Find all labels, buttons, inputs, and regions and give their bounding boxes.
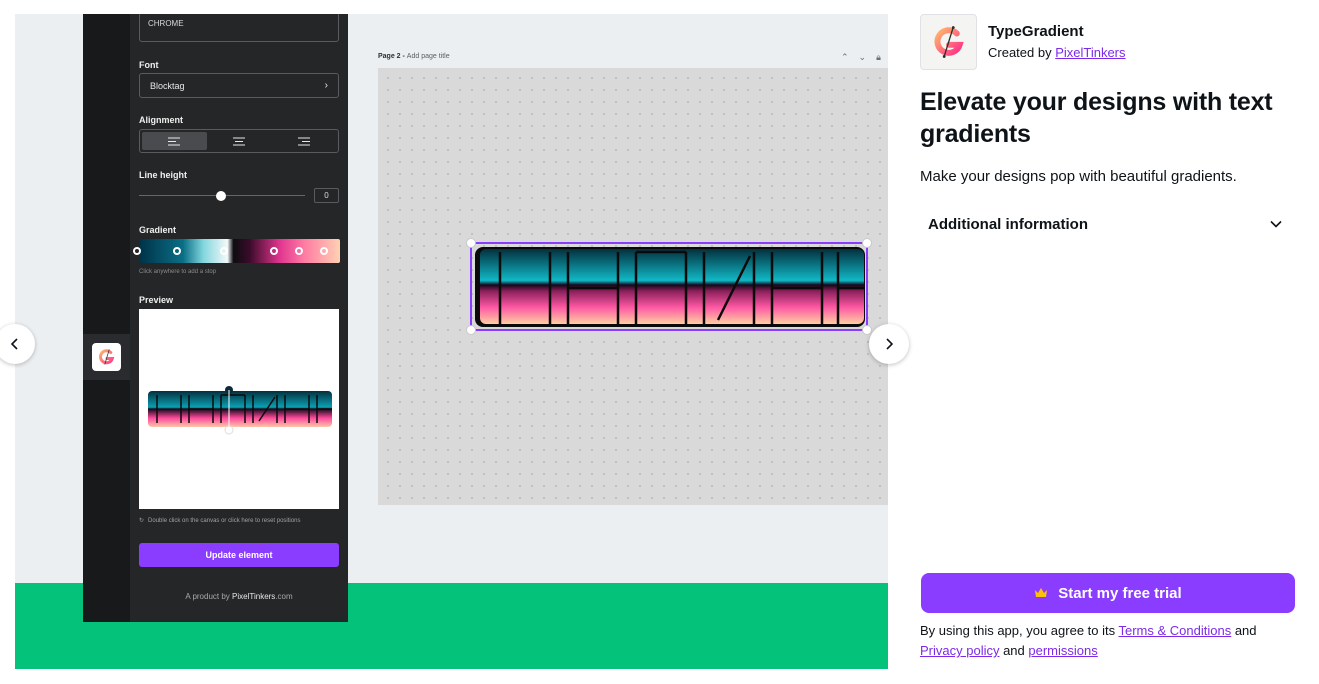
screenshot-gallery: CHROME Font Blocktag › Alignment Line he… bbox=[15, 14, 888, 669]
font-label: Font bbox=[139, 60, 159, 70]
app-tagline: Make your designs pop with beautiful gra… bbox=[920, 168, 1237, 185]
page-title-placeholder: Add page title bbox=[406, 53, 450, 60]
reset-icon: ↻ bbox=[139, 518, 145, 524]
app-logo-icon bbox=[920, 14, 977, 70]
gradient-stop bbox=[270, 247, 278, 255]
reset-hint-text: Double click on the canvas or click here… bbox=[148, 517, 301, 524]
alignment-label: Alignment bbox=[139, 115, 183, 125]
permissions-link[interactable]: permissions bbox=[1028, 643, 1097, 658]
gradient-hint: Click anywhere to add a stop bbox=[139, 269, 217, 275]
line-height-label: Line height bbox=[139, 170, 187, 180]
reset-hint: ↻ Double click on the canvas or click he… bbox=[139, 517, 301, 525]
start-free-trial-label: Start my free trial bbox=[1058, 584, 1182, 602]
rail-app-tab bbox=[83, 334, 130, 380]
chevron-down-icon: ⌄ bbox=[858, 52, 867, 62]
line-height-value: 0 bbox=[314, 188, 339, 203]
terms-and: and bbox=[1231, 623, 1257, 638]
gradient-stop bbox=[220, 247, 228, 255]
align-right-icon bbox=[271, 132, 336, 150]
terms-notice: By using this app, you agree to its Term… bbox=[920, 621, 1300, 661]
gradient-bar bbox=[139, 239, 340, 263]
chevron-up-icon: ⌃ bbox=[841, 52, 849, 62]
start-free-trial-button[interactable]: Start my free trial bbox=[921, 573, 1295, 613]
gradient-stop bbox=[173, 247, 181, 255]
chevron-right-icon bbox=[886, 338, 894, 350]
page-title-row: Page 2 - Add page title bbox=[378, 53, 888, 60]
design-canvas bbox=[378, 68, 888, 505]
align-left-icon bbox=[142, 132, 207, 150]
typegradient-app-icon bbox=[92, 343, 121, 371]
update-element-button: Update element bbox=[139, 543, 339, 567]
app-headline: Elevate your designs with text gradients bbox=[920, 88, 1273, 148]
gradient-stop bbox=[133, 247, 141, 255]
selected-text-element bbox=[466, 238, 872, 335]
terms-link[interactable]: Terms & Conditions bbox=[1119, 623, 1232, 638]
resize-handle bbox=[466, 325, 476, 335]
page-number: Page 2 - bbox=[378, 53, 407, 60]
additional-information-accordion[interactable]: Additional information bbox=[920, 205, 1295, 243]
preview-label: Preview bbox=[139, 295, 174, 305]
chevron-right-icon: › bbox=[324, 80, 328, 91]
gallery-next-button[interactable] bbox=[869, 324, 909, 364]
additional-information-label: Additional information bbox=[928, 215, 1088, 233]
privacy-policy-link[interactable]: Privacy policy bbox=[920, 643, 999, 658]
resize-handle bbox=[466, 238, 476, 248]
page-controls: ⌃ ⌄ 🔒︎ bbox=[841, 52, 881, 63]
preview-chrome-text-image bbox=[148, 386, 332, 435]
font-select: Blocktag › bbox=[139, 73, 339, 98]
product-by-suffix: .com bbox=[275, 592, 293, 601]
created-by: Created by PixelTinkers bbox=[988, 45, 1126, 60]
alignment-toggle bbox=[139, 129, 339, 153]
font-select-value: Blocktag bbox=[150, 80, 185, 91]
resize-handle bbox=[862, 238, 872, 248]
chevron-down-icon bbox=[1270, 220, 1282, 228]
editor-side-rail bbox=[83, 14, 130, 622]
product-by-prefix: A product by bbox=[185, 592, 233, 601]
product-by-line: A product by PixelTinkers.com bbox=[130, 592, 348, 601]
line-height-slider-thumb bbox=[216, 191, 226, 201]
chevron-left-icon bbox=[10, 338, 18, 350]
terms-prefix: By using this app, you agree to its bbox=[920, 623, 1119, 638]
terms-and-2: and bbox=[999, 643, 1029, 658]
app-name: TypeGradient bbox=[988, 23, 1084, 40]
created-by-prefix: Created by bbox=[988, 45, 1056, 60]
creator-link[interactable]: PixelTinkers bbox=[1055, 45, 1125, 60]
app-settings-panel: CHROME Font Blocktag › Alignment Line he… bbox=[130, 14, 348, 622]
gradient-stop bbox=[295, 247, 303, 255]
preview-area bbox=[139, 309, 339, 509]
gradient-stop bbox=[320, 247, 328, 255]
text-input-box: CHROME bbox=[139, 14, 339, 42]
align-center-icon bbox=[207, 132, 272, 150]
crown-icon bbox=[1035, 588, 1048, 597]
chrome-gradient-text-image bbox=[475, 247, 865, 327]
gradient-label: Gradient bbox=[139, 225, 177, 235]
product-by-name: PixelTinkers bbox=[232, 592, 276, 601]
lock-icon: 🔒︎ bbox=[876, 52, 881, 62]
